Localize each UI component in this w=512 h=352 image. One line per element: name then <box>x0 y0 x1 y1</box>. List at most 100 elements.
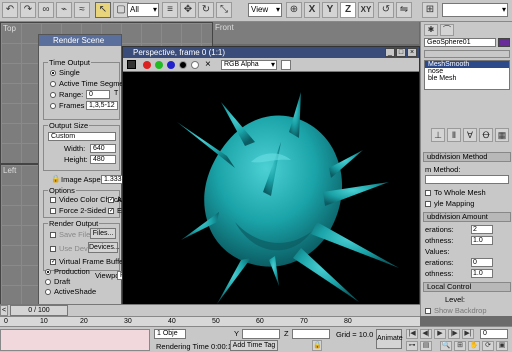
select-and-rotate-icon[interactable]: ↻ <box>198 2 214 18</box>
style-mapping-option[interactable]: yle Mapping <box>425 199 474 208</box>
select-object-icon[interactable]: ↖ <box>95 2 111 18</box>
restrict-xy-button[interactable]: XY <box>358 2 374 18</box>
unlink-icon[interactable]: ⌁ <box>56 2 72 18</box>
bind-space-warp-icon[interactable]: ≈ <box>74 2 90 18</box>
force-2-sided-checkbox[interactable]: Force 2-Sided <box>50 206 106 215</box>
clear-icon[interactable]: × <box>205 59 211 70</box>
time-configuration-icon[interactable]: ▤ <box>420 341 432 351</box>
play-icon[interactable]: ▶ <box>434 329 446 339</box>
rollout-local-control[interactable]: Local Control <box>423 282 511 292</box>
viewport-left-label[interactable]: Left <box>3 166 16 175</box>
zoom-icon[interactable]: 🔍 <box>440 341 452 351</box>
link-icon[interactable]: ∞ <box>38 2 54 18</box>
add-time-tag-button[interactable]: Add Time Tag <box>230 340 278 351</box>
next-frame-icon[interactable]: |▶ <box>448 329 460 339</box>
rollout-subdivision-method[interactable]: ubdivision Method <box>423 152 511 162</box>
render-iterations-spinner[interactable]: 0 <box>471 258 493 267</box>
select-by-name-icon[interactable]: ≡ <box>162 2 178 18</box>
maximize-icon[interactable]: □ <box>396 48 406 57</box>
save-file-checkbox[interactable]: Save File <box>50 230 90 239</box>
render-scene-title[interactable]: Render Scene <box>39 35 121 46</box>
range-from-field[interactable]: 0 <box>86 90 110 99</box>
green-channel-icon[interactable] <box>155 61 163 69</box>
close-icon[interactable]: × <box>407 48 417 57</box>
pin-stack-icon[interactable]: ⊥ <box>431 128 445 142</box>
red-channel-icon[interactable] <box>143 61 151 69</box>
reference-coordinate-select[interactable]: View <box>248 3 282 17</box>
make-unique-icon[interactable]: ∀ <box>463 128 477 142</box>
animate-button[interactable]: Animate <box>376 329 403 349</box>
maxscript-listener[interactable] <box>0 329 150 351</box>
draft-radio[interactable]: Draft <box>45 277 70 286</box>
align-icon[interactable]: ⊞ <box>422 2 438 18</box>
save-bitmap-icon[interactable] <box>127 60 136 69</box>
modify-tab-icon[interactable]: ⌒ <box>440 24 454 36</box>
activeshade-radio[interactable]: ActiveShade <box>45 287 96 296</box>
rollout-subdivision-amount[interactable]: ubdivision Amount <box>423 212 511 222</box>
restrict-z-button[interactable]: Z <box>340 2 356 18</box>
mirror-icon[interactable]: ⇋ <box>396 2 412 18</box>
restrict-x-button[interactable]: X <box>304 2 320 18</box>
time-slider-thumb[interactable]: 0 / 100 <box>10 305 68 316</box>
apply-whole-mesh-option[interactable]: To Whole Mesh <box>425 188 486 197</box>
object-name-field[interactable]: GeoSphere01 <box>424 38 496 47</box>
frame-window-titlebar[interactable]: Perspective, frame 0 (1:1) _ □ × <box>123 47 419 58</box>
z-coordinate-field[interactable] <box>292 329 330 339</box>
viewport-top-label[interactable]: Top <box>3 24 16 33</box>
modifier-list-select[interactable] <box>424 50 510 58</box>
time-slider-bar[interactable]: < 0 / 100 <box>0 304 420 316</box>
virtual-frame-buffer-checkbox[interactable]: ✓ Virtual Frame Buffer <box>50 257 126 266</box>
channel-display-select[interactable]: RGB Alpha <box>221 60 277 70</box>
undo-icon[interactable]: ↶ <box>2 2 18 18</box>
current-frame-field[interactable]: 0 <box>480 329 508 339</box>
track-bar[interactable]: 0 10 20 30 40 50 60 70 80 <box>0 316 420 326</box>
show-backdrop-option[interactable]: Show Backdrop <box>425 306 487 315</box>
frames-field[interactable]: 1,3,5-12 <box>86 101 118 110</box>
key-mode-icon[interactable]: ⊶ <box>406 341 418 351</box>
select-and-scale-icon[interactable]: ⤡ <box>216 2 232 18</box>
pivot-center-icon[interactable]: ⊕ <box>286 2 302 18</box>
create-tab-icon[interactable]: ✱ <box>424 24 438 36</box>
blue-channel-icon[interactable] <box>167 61 175 69</box>
width-spinner[interactable]: 640 <box>90 144 116 153</box>
color-swatch[interactable] <box>281 60 291 70</box>
render-smoothness-spinner[interactable]: 1.0 <box>471 269 493 278</box>
lock-aspect-icon[interactable]: 🔒 <box>51 174 60 183</box>
configure-modifier-sets-icon[interactable]: ▦ <box>495 128 509 142</box>
undo-scene-icon[interactable]: ↺ <box>378 2 394 18</box>
viewport-front[interactable]: Front <box>213 22 419 44</box>
production-radio[interactable]: Production <box>45 267 90 276</box>
go-to-start-icon[interactable]: |◀ <box>406 329 418 339</box>
smoothness-spinner[interactable]: 1.0 <box>471 236 493 245</box>
single-radio[interactable]: Single <box>50 68 80 77</box>
alpha-channel-icon[interactable] <box>179 61 187 69</box>
height-spinner[interactable]: 480 <box>90 155 116 164</box>
range-radio[interactable]: Range: <box>50 90 83 99</box>
modifier-stack-item[interactable]: nose <box>425 68 509 75</box>
zoom-all-icon[interactable]: ⊞ <box>454 341 466 351</box>
iterations-spinner[interactable]: 2 <box>471 225 493 234</box>
subdivision-method-select[interactable] <box>425 175 509 184</box>
redo-icon[interactable]: ↷ <box>20 2 36 18</box>
minimize-icon[interactable]: _ <box>385 48 395 57</box>
selection-filter-select[interactable]: All <box>127 3 159 17</box>
prev-frame-icon[interactable]: < <box>0 305 8 316</box>
object-color-swatch[interactable] <box>498 38 510 47</box>
y-coordinate-field[interactable] <box>242 329 280 339</box>
lock-selection-icon[interactable]: 🔒 <box>312 340 322 351</box>
devices-button[interactable]: Devices... <box>88 242 120 253</box>
select-and-move-icon[interactable]: ✥ <box>180 2 196 18</box>
remove-modifier-icon[interactable]: Ꝋ <box>479 128 493 142</box>
viewport-front-label[interactable]: Front <box>215 23 234 32</box>
frames-radio[interactable]: Frames <box>50 101 84 110</box>
active-time-segment-radio[interactable]: Active Time Segment: <box>50 79 132 88</box>
image-aspect-spinner[interactable]: 1.333 <box>101 175 123 184</box>
modifier-stack-item[interactable]: ble Mesh <box>425 75 509 82</box>
restrict-y-button[interactable]: Y <box>322 2 338 18</box>
monochrome-icon[interactable] <box>191 61 199 69</box>
named-selection-sets-select[interactable] <box>442 3 508 17</box>
files-button[interactable]: Files... <box>90 228 116 239</box>
modifier-stack-item[interactable]: MeshSmooth <box>425 61 509 68</box>
output-size-preset-select[interactable]: Custom <box>48 132 116 141</box>
arc-rotate-icon[interactable]: ⟳ <box>482 341 494 351</box>
